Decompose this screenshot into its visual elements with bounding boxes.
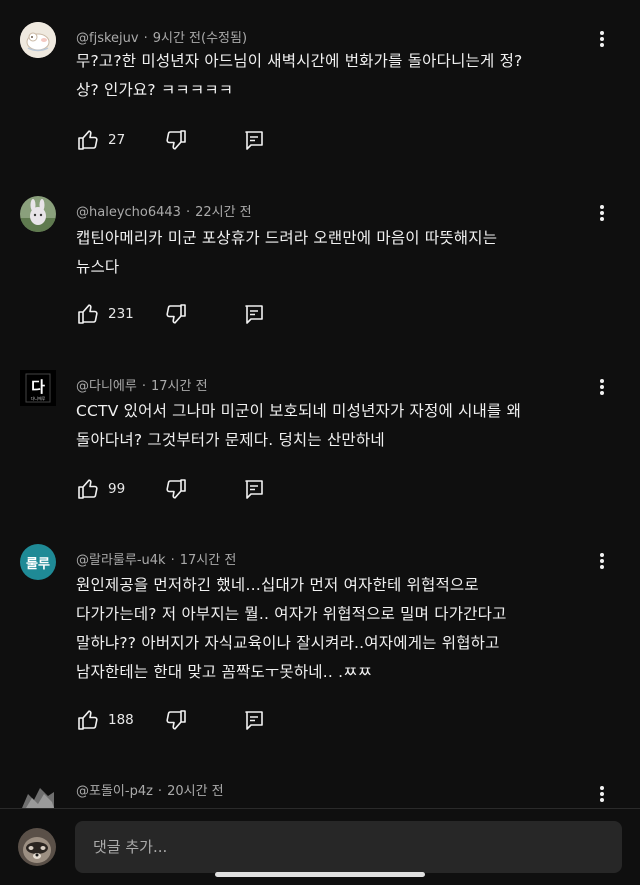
avatar[interactable] — [20, 196, 56, 232]
reply-icon — [245, 305, 263, 324]
comment-actions: 188 — [76, 708, 263, 732]
avatar-illustration — [20, 22, 56, 58]
my-avatar — [18, 828, 56, 866]
comment-meta: @haleycho6443 · 22시간 전 — [76, 201, 252, 220]
dislike-button[interactable] — [164, 477, 188, 501]
comment-text: 원인제공을 먼저하긴 했네…십대가 먼저 여자한테 위협적으로 다가가는데? 저… — [76, 571, 596, 687]
like-count: 27 — [108, 132, 126, 148]
comment-line: 캡틴아메리카 미군 포상휴가 드려라 오랜만에 마음이 따뜻해지는 — [76, 229, 498, 247]
thumbs-up-icon — [78, 130, 98, 150]
comment-line: 남자한테는 한대 맞고 꼼짝도ㅜ못하네.. .ㅉㅉ — [76, 663, 373, 681]
reply-icon — [245, 480, 263, 499]
avatar-caption: 다니에루 — [31, 395, 46, 401]
avatar-illustration — [18, 828, 56, 866]
comment-text: 캡틴아메리카 미군 포상휴가 드려라 오랜만에 마음이 따뜻해지는 뉴스다 — [76, 224, 596, 282]
comment-actions: 99 — [76, 477, 263, 501]
meta-separator: · — [141, 379, 146, 394]
comment-line: 돌아다녀? 그것부터가 문제다. 덩치는 산만하네 — [76, 431, 385, 449]
meta-separator: · — [143, 31, 148, 46]
reply-button[interactable] — [242, 477, 266, 501]
meta-separator: · — [170, 553, 175, 568]
comment-actions: 27 — [76, 128, 263, 152]
avatar[interactable]: 룰루 — [20, 544, 56, 580]
avatar-illustration — [20, 196, 56, 232]
comment-line: 무?고?한 미성년자 아드님이 새벽시간에 번화가를 돌아다니는게 정? — [76, 52, 523, 70]
like-button[interactable]: 99 — [76, 477, 156, 501]
thumbs-up-icon — [78, 304, 98, 324]
thumbs-up-icon — [78, 479, 98, 499]
more-options-icon[interactable] — [594, 551, 610, 573]
reply-icon — [245, 131, 263, 150]
comment-time: 17시간 전 — [150, 379, 208, 394]
dislike-button[interactable] — [164, 128, 188, 152]
comment-line: CCTV 있어서 그나마 미군이 보호되네 미성년자가 자정에 시내를 왜 — [76, 402, 522, 420]
avatar-illustration — [20, 774, 56, 808]
comment-time: 20시간 전 — [167, 784, 224, 799]
more-options-icon[interactable] — [594, 29, 610, 51]
avatar[interactable] — [20, 774, 56, 808]
avatar[interactable]: 다 다니에루 — [20, 370, 56, 406]
comment-time: 17시간 전 — [179, 553, 237, 568]
comment-author[interactable]: @haleycho6443 — [76, 205, 181, 220]
like-count: 188 — [108, 712, 134, 728]
more-options-icon[interactable] — [594, 377, 610, 399]
dislike-button[interactable] — [164, 302, 188, 326]
comment-line: 다가가는데? 저 아부지는 뭘.. 여자가 위협적으로 밀며 다가간다고 — [76, 605, 507, 623]
home-indicator — [215, 872, 425, 877]
avatar[interactable] — [20, 22, 56, 58]
comment-author[interactable]: @포돌이-p4z — [76, 784, 153, 799]
thumbs-down-icon — [166, 304, 186, 324]
like-button[interactable]: 27 — [76, 128, 156, 152]
like-button[interactable]: 188 — [76, 708, 156, 732]
comment-author[interactable]: @랄라룰루-u4k — [76, 553, 166, 568]
comment-line: 상? 인가요? ㅋㅋㅋㅋㅋ — [76, 81, 234, 99]
comment-time: 9시간 전(수정됨) — [152, 31, 248, 46]
comment-line: 뉴스다 — [76, 258, 120, 276]
comment-list: @fjskejuv · 9시간 전(수정됨) 무?고?한 미성년자 아드님이 새벽시… — [0, 0, 640, 808]
comment-line: 말하냐?? 아버지가 자식교육이나 잘시켜라..여자에게는 위협하고 — [76, 634, 500, 652]
comment-author[interactable]: @fjskejuv — [76, 31, 139, 46]
reply-icon — [245, 711, 263, 730]
avatar-illustration: 다 다니에루 — [20, 370, 56, 406]
comment-author[interactable]: @다니에루 — [76, 379, 137, 394]
comment-meta: @포돌이-p4z · 20시간 전 — [76, 780, 224, 799]
comment-text: CCTV 있어서 그나마 미군이 보호되네 미성년자가 자정에 시내를 왜 돌아… — [76, 397, 596, 455]
thumbs-down-icon — [166, 130, 186, 150]
meta-separator: · — [185, 205, 191, 220]
comment-actions: 231 — [76, 302, 263, 326]
reply-button[interactable] — [242, 128, 266, 152]
comment-meta: @다니에루 · 17시간 전 — [76, 375, 208, 394]
meta-separator: · — [157, 784, 163, 799]
like-button[interactable]: 231 — [76, 302, 156, 326]
thumbs-up-icon — [78, 710, 98, 730]
comment-meta: @fjskejuv · 9시간 전(수정됨) — [76, 27, 247, 46]
comment-line: 원인제공을 먼저하긴 했네…십대가 먼저 여자한테 위협적으로 — [76, 576, 479, 594]
avatar-letter: 다 — [31, 378, 45, 396]
dislike-button[interactable] — [164, 708, 188, 732]
like-count: 231 — [108, 306, 134, 322]
comment-time: 22시간 전 — [195, 205, 252, 220]
more-options-icon[interactable] — [594, 784, 610, 806]
reply-button[interactable] — [242, 302, 266, 326]
comment-text: 무?고?한 미성년자 아드님이 새벽시간에 번화가를 돌아다니는게 정? 상? … — [76, 47, 596, 105]
thumbs-down-icon — [166, 479, 186, 499]
like-count: 99 — [108, 481, 126, 497]
reply-button[interactable] — [242, 708, 266, 732]
more-options-icon[interactable] — [594, 203, 610, 225]
comment-meta: @랄라룰루-u4k · 17시간 전 — [76, 549, 236, 568]
avatar-letters: 룰루 — [26, 556, 50, 572]
add-comment-input[interactable] — [75, 821, 622, 873]
thumbs-down-icon — [166, 710, 186, 730]
